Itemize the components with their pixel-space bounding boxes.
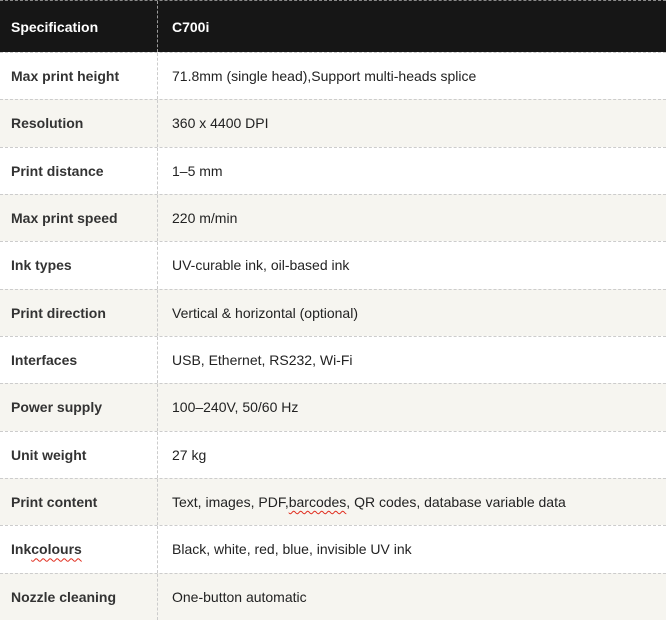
- spec-label: Print distance: [0, 148, 158, 194]
- spec-label: Power supply: [0, 384, 158, 430]
- table-row: Power supply 100–240V, 50/60 Hz: [0, 383, 666, 430]
- table-row: Print distance 1–5 mm: [0, 147, 666, 194]
- table-row: Ink colours Black, white, red, blue, inv…: [0, 525, 666, 572]
- spec-value: 360 x 4400 DPI: [158, 100, 666, 146]
- table-row: Max print height 71.8mm (single head),Su…: [0, 52, 666, 99]
- spec-label: Max print speed: [0, 195, 158, 241]
- header-specification: Specification: [0, 1, 158, 52]
- table-row: Print content Text, images, PDF, barcode…: [0, 478, 666, 525]
- spec-label: Ink types: [0, 242, 158, 288]
- spec-label: Ink colours: [0, 526, 158, 572]
- spec-value: 27 kg: [158, 432, 666, 478]
- spec-value: 71.8mm (single head),Support multi-heads…: [158, 53, 666, 99]
- spec-value: 100–240V, 50/60 Hz: [158, 384, 666, 430]
- spec-value: Black, white, red, blue, invisible UV in…: [158, 526, 666, 572]
- table-body: Max print height 71.8mm (single head),Su…: [0, 52, 666, 620]
- spec-label: Unit weight: [0, 432, 158, 478]
- spec-value: 220 m/min: [158, 195, 666, 241]
- table-row: Print direction Vertical & horizontal (o…: [0, 289, 666, 336]
- table-row: Interfaces USB, Ethernet, RS232, Wi-Fi: [0, 336, 666, 383]
- table-row: Nozzle cleaning One-button automatic: [0, 573, 666, 620]
- header-model: C700i: [158, 1, 666, 52]
- table-row: Ink types UV-curable ink, oil-based ink: [0, 241, 666, 288]
- misspelled-word: colours: [31, 541, 82, 557]
- spec-value: 1–5 mm: [158, 148, 666, 194]
- spec-label: Print content: [0, 479, 158, 525]
- table-row: Resolution 360 x 4400 DPI: [0, 99, 666, 146]
- spec-label: Print direction: [0, 290, 158, 336]
- table-row: Max print speed 220 m/min: [0, 194, 666, 241]
- misspelled-word: barcodes: [289, 494, 347, 510]
- spec-label: Resolution: [0, 100, 158, 146]
- table-header-row: Specification C700i: [0, 0, 666, 52]
- spec-value: USB, Ethernet, RS232, Wi-Fi: [158, 337, 666, 383]
- spec-label: Nozzle cleaning: [0, 574, 158, 620]
- spec-label: Max print height: [0, 53, 158, 99]
- spec-value: One-button automatic: [158, 574, 666, 620]
- specification-table: Specification C700i Max print height 71.…: [0, 0, 666, 620]
- spec-value: UV-curable ink, oil-based ink: [158, 242, 666, 288]
- spec-value: Vertical & horizontal (optional): [158, 290, 666, 336]
- spec-value: Text, images, PDF, barcodes, QR codes, d…: [158, 479, 666, 525]
- spec-label: Interfaces: [0, 337, 158, 383]
- table-row: Unit weight 27 kg: [0, 431, 666, 478]
